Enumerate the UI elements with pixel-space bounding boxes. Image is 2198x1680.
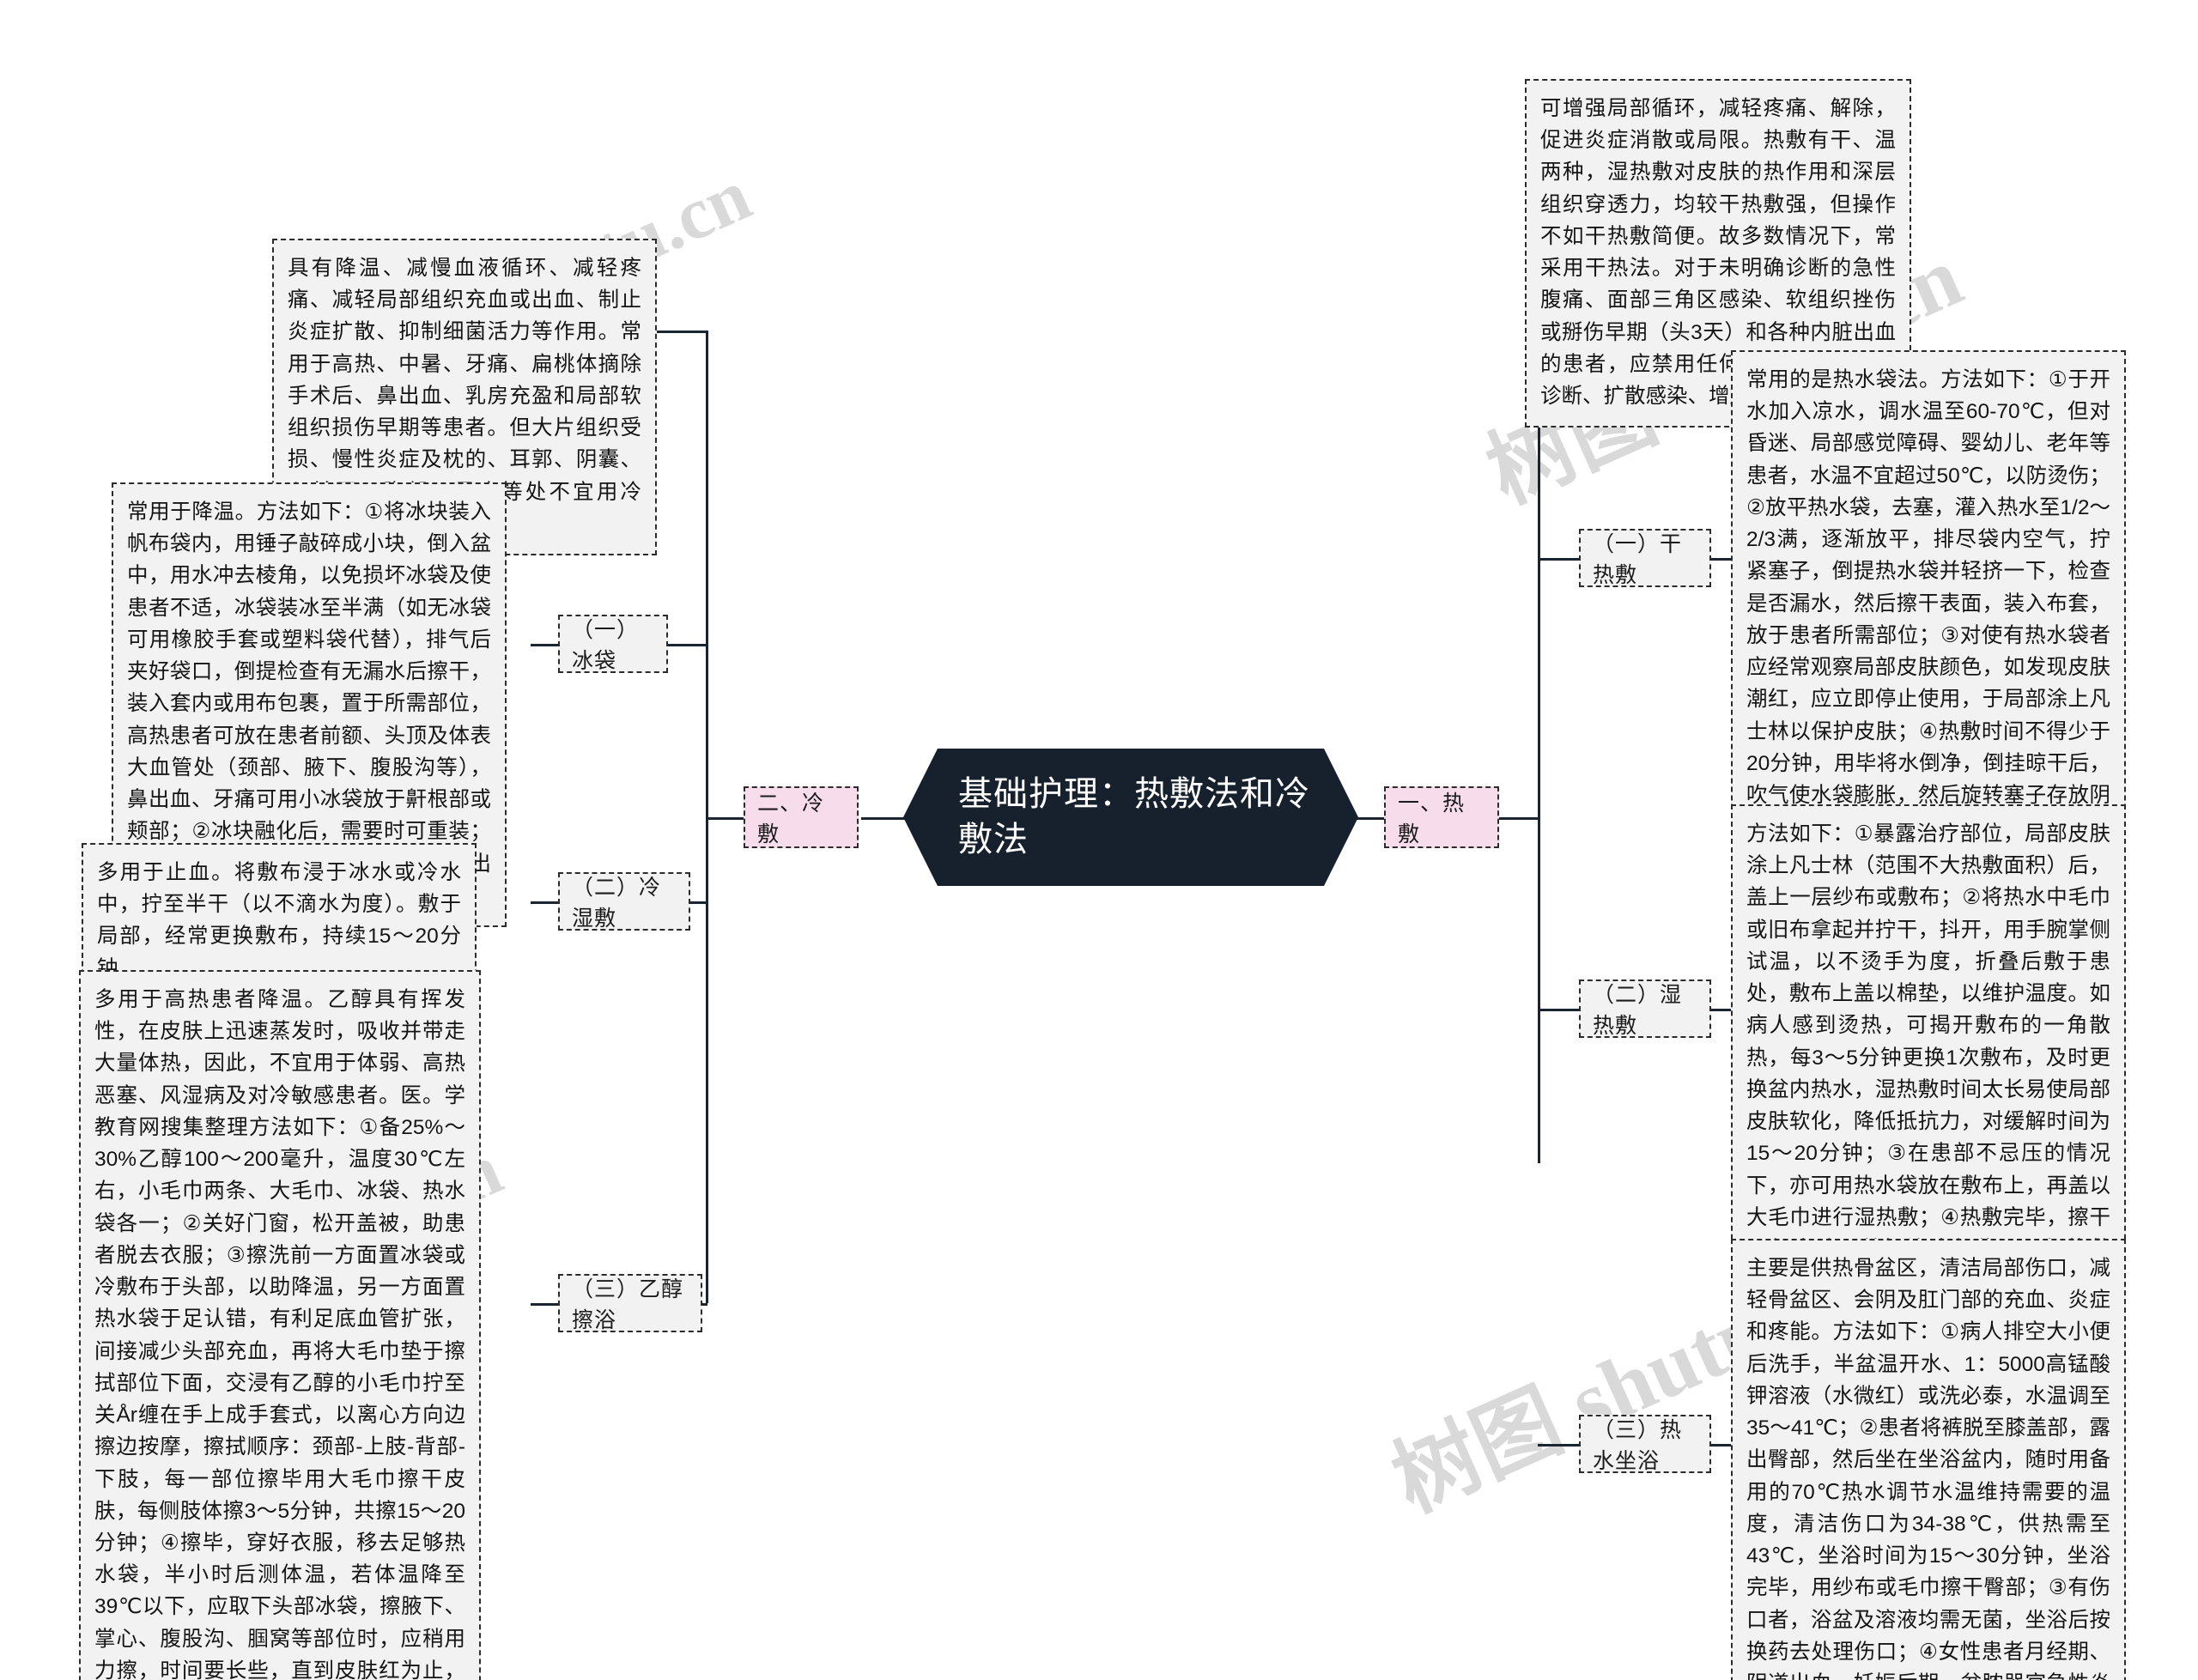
connector-right-child-1 [1538, 558, 1581, 561]
leaf-hot-sitz-bath: 主要是供热骨盆区，清洁局部伤口，减轻骨盆区、会阴及肛门部的充血、炎症和疼能。方法… [1731, 1239, 2126, 1680]
sub-node-alcohol-bath[interactable]: （三）乙醇擦浴 [558, 1274, 702, 1332]
central-topic-label: 基础护理：热敷法和冷敷法 [958, 775, 1310, 858]
sub-node-cold-wet-compress-label: （二）冷湿敷 [572, 876, 662, 931]
sub-node-dry-heat[interactable]: （一）干热敷 [1579, 529, 1711, 587]
branch-label-cold: 二、冷敷 [757, 791, 825, 846]
connector-left-leaf-2 [531, 901, 560, 904]
connector-right-child-3 [1538, 1444, 1581, 1446]
connector-right-child-2 [1538, 1009, 1581, 1011]
connector-left-overview [654, 331, 707, 333]
connector-left-child-1 [663, 644, 707, 646]
sub-node-ice-bag-label: （一）冰袋 [572, 618, 640, 673]
connector-left-branch-out [706, 817, 745, 820]
sub-node-moist-heat-label: （二）湿热敷 [1593, 983, 1683, 1038]
sub-node-alcohol-bath-label: （三）乙醇擦浴 [572, 1277, 684, 1332]
connector-right-branch-out [1498, 817, 1538, 820]
connector-left-leaf-3 [531, 1303, 560, 1306]
leaf-cold-wet-compress-text: 多用于止血。将敷布浸于冰水或冷水中，拧至半干（以不滴水为度）。敷于局部，经常更换… [97, 861, 461, 980]
branch-label-hot: 一、热敷 [1398, 791, 1466, 846]
mindmap-canvas: 树图 shutu.cn 树图 shutu.cn 树图 shutu.cn 树图 s… [0, 0, 2198, 1680]
connector-left-leaf-1 [531, 644, 560, 646]
central-topic-node[interactable]: 基础护理：热敷法和冷敷法 [903, 749, 1358, 886]
branch-node-hot-compress[interactable]: 一、热敷 [1384, 786, 1499, 848]
connector-left-spine [706, 331, 708, 1303]
sub-node-moist-heat[interactable]: （二）湿热敷 [1579, 979, 1711, 1038]
sub-node-dry-heat-label: （一）干热敷 [1593, 532, 1683, 587]
sub-node-cold-wet-compress[interactable]: （二）冷湿敷 [558, 872, 690, 931]
leaf-alcohol-bath-text: 多用于高热患者降温。乙醇具有挥发性，在皮肤上迅速蒸发时，吸收并带走大量体热，因此… [94, 988, 465, 1680]
branch-node-cold-compress[interactable]: 二、冷敷 [744, 786, 859, 848]
sub-node-ice-bag[interactable]: （一）冰袋 [558, 615, 668, 673]
sub-node-hot-sitz-bath[interactable]: （三）热水坐浴 [1579, 1415, 1711, 1473]
leaf-alcohol-bath: 多用于高热患者降温。乙醇具有挥发性，在皮肤上迅速蒸发时，吸收并带走大量体热，因此… [79, 970, 481, 1680]
leaf-hot-sitz-bath-text: 主要是供热骨盆区，清洁局部伤口，减轻骨盆区、会阴及肛门部的充血、炎症和疼能。方法… [1746, 1257, 2110, 1680]
sub-node-hot-sitz-bath-label: （三）热水坐浴 [1593, 1418, 1683, 1473]
